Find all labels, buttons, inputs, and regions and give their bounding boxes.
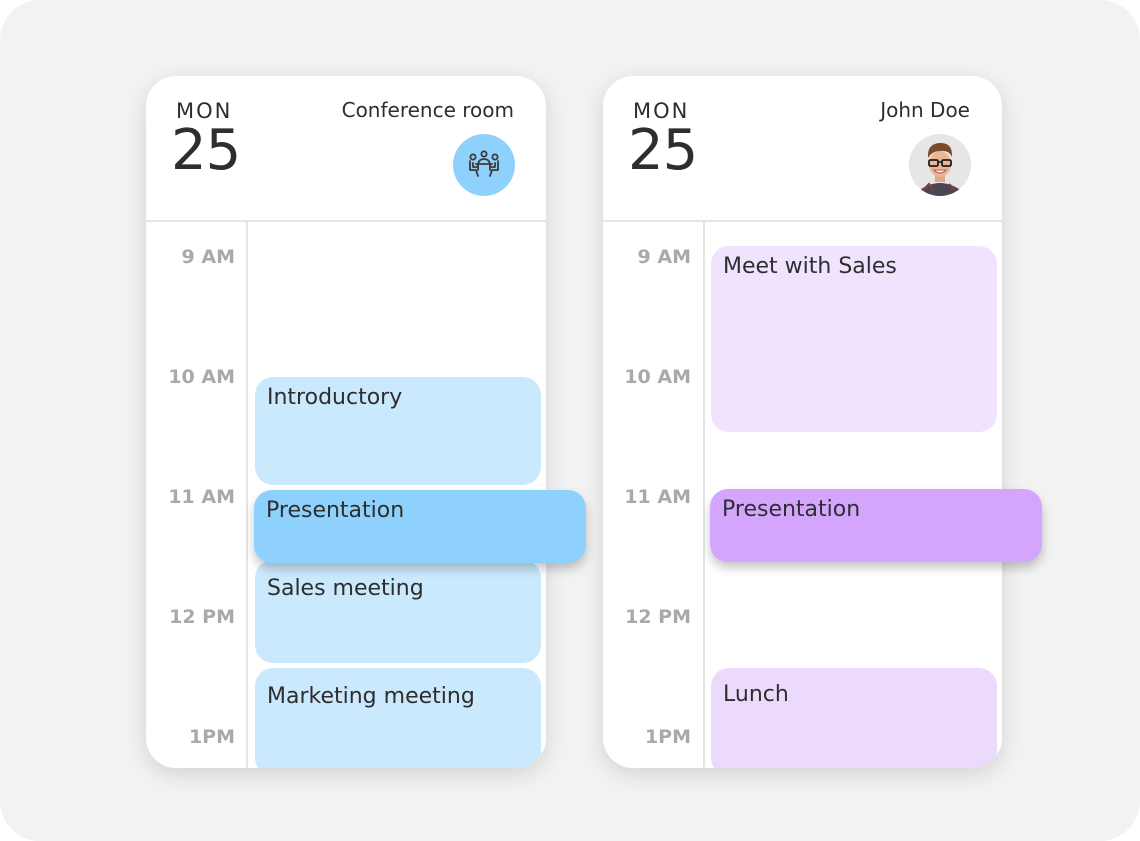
time-label: 1PM xyxy=(188,726,235,748)
time-label: 10 AM xyxy=(168,366,235,388)
resource-name: John Doe xyxy=(880,98,970,122)
card-body: MON 25 John Doe 9 AM 10 AM 11 AM 12 PM 1… xyxy=(603,76,1002,768)
resource-name: Conference room xyxy=(341,98,514,122)
event-sales-meeting[interactable]: Sales meeting xyxy=(255,560,541,663)
meeting-room-icon[interactable] xyxy=(453,134,515,196)
event-presentation-selected[interactable]: Presentation xyxy=(254,490,586,563)
time-label: 10 AM xyxy=(624,366,691,388)
time-label: 9 AM xyxy=(637,246,691,268)
header-divider xyxy=(146,220,546,222)
time-label: 12 PM xyxy=(169,606,235,628)
time-label: 9 AM xyxy=(181,246,235,268)
card-body: MON 25 Conference room 9 AM 10 AM 11 AM … xyxy=(146,76,546,768)
time-label: 1PM xyxy=(644,726,691,748)
day-number: 25 xyxy=(171,118,241,183)
time-column-divider xyxy=(703,222,705,768)
time-label: 12 PM xyxy=(625,606,691,628)
time-column-divider xyxy=(246,222,248,768)
header-divider xyxy=(603,220,1002,222)
day-number: 25 xyxy=(628,118,698,183)
event-lunch[interactable]: Lunch xyxy=(711,668,997,768)
event-marketing-meeting[interactable]: Marketing meeting xyxy=(255,668,541,768)
time-label: 11 AM xyxy=(168,486,235,508)
event-presentation-selected[interactable]: Presentation xyxy=(710,489,1042,562)
calendar-card-conference-room: MON 25 Conference room 9 AM 10 AM 11 AM … xyxy=(146,76,586,768)
time-label: 11 AM xyxy=(624,486,691,508)
user-avatar[interactable] xyxy=(909,134,971,196)
event-introductory[interactable]: Introductory xyxy=(255,377,541,485)
calendar-card-john-doe: MON 25 John Doe 9 AM 10 AM 11 AM 12 PM 1… xyxy=(603,76,1042,768)
event-meet-with-sales[interactable]: Meet with Sales xyxy=(711,246,997,432)
